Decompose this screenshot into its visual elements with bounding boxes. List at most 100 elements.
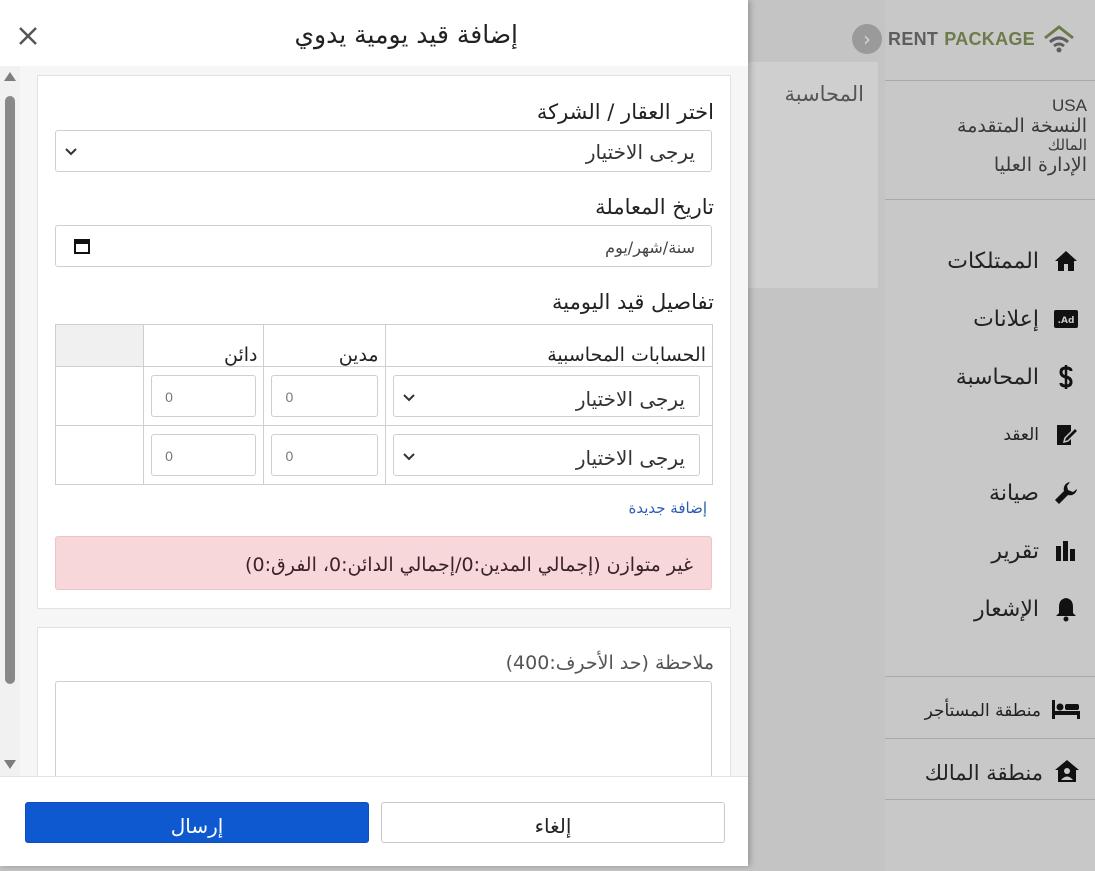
wrench-icon: [1051, 480, 1081, 506]
logo-rent-text: RENT: [888, 28, 939, 49]
sidebar-item-label: الممتلكات: [947, 248, 1039, 274]
sidebar-item-maintenance[interactable]: صيانة: [885, 464, 1095, 522]
note-label: ملاحظة (حد الأحرف:400): [505, 652, 714, 674]
table-row: يرجى الاختيار 0 0: [54, 425, 714, 485]
divider: [885, 199, 1095, 200]
note-card: ملاحظة (حد الأحرف:400): [37, 627, 731, 776]
credit-input[interactable]: 0: [151, 375, 257, 417]
actions-column-header: [54, 324, 145, 367]
sidebar-item-label: تقرير: [991, 538, 1039, 564]
house-user-icon: [1053, 758, 1081, 788]
chevron-down-icon: [402, 453, 415, 461]
sidebar-item-ads[interactable]: Ad. إعلانات: [885, 290, 1095, 348]
accounts-column-header: الحسابات المحاسبية: [384, 324, 714, 367]
wifi-house-icon: [1044, 25, 1074, 53]
account-cell: يرجى الاختيار: [384, 366, 714, 426]
contract-icon: [1051, 422, 1081, 448]
dollar-icon: [1051, 364, 1081, 390]
scrollbar[interactable]: [0, 66, 20, 776]
debit-value: 0: [285, 389, 294, 405]
chevron-down-icon: [65, 148, 77, 156]
property-label: اختر العقار / الشركة: [536, 100, 714, 124]
account-select-value: يرجى الاختيار: [575, 446, 685, 470]
sidebar-item-label: إعلانات: [973, 306, 1039, 332]
sidebar-item-report[interactable]: تقرير: [885, 522, 1095, 580]
cancel-button[interactable]: إلغاء: [381, 802, 725, 843]
actions-cell: [54, 425, 145, 485]
date-label: تاريخ المعاملة: [595, 195, 714, 219]
modal-title: إضافة قيد يومية يدوي: [294, 20, 518, 49]
account-select[interactable]: يرجى الاختيار: [392, 375, 700, 417]
sidebar-item-properties[interactable]: الممتلكات: [885, 232, 1095, 290]
unbalanced-alert: غير متوازن (إجمالي المدين:0/إجمالي الدائ…: [55, 536, 712, 590]
add-new-row-link[interactable]: إضافة جديدة: [628, 499, 707, 517]
close-icon[interactable]: [14, 22, 42, 50]
submit-button[interactable]: إرسال: [25, 802, 369, 843]
account-select-value: يرجى الاختيار: [575, 387, 685, 411]
accounting-panel-title: المحاسبة: [784, 82, 864, 106]
credit-column-header: دائن: [143, 324, 265, 367]
tenant-zone-label: منطقة المستأجر: [924, 701, 1041, 721]
transaction-date-input[interactable]: سنة/شهر/يوم: [55, 225, 712, 267]
modal-footer: إرسال إلغاء: [0, 776, 748, 866]
chevron-down-icon: [402, 394, 415, 402]
note-textarea[interactable]: [55, 681, 712, 776]
actions-cell: [54, 366, 145, 426]
sidebar-item-label: العقد: [1003, 425, 1039, 445]
account-cell: يرجى الاختيار: [384, 425, 714, 485]
sidebar-item-contract[interactable]: العقد: [885, 406, 1095, 464]
sidebar-item-label: الإشعار: [973, 596, 1039, 622]
bell-icon: [1051, 596, 1081, 622]
user-country: USA: [1052, 96, 1087, 115]
credit-value: 0: [165, 448, 173, 464]
user-role: المالك: [1047, 136, 1087, 155]
divider: [885, 676, 1095, 677]
logo[interactable]: › RENT PACKAGE: [852, 20, 1077, 58]
calendar-icon[interactable]: [74, 238, 90, 254]
divider: [885, 80, 1095, 81]
owner-zone-label: منطقة المالك: [924, 761, 1043, 785]
credit-cell: 0: [143, 366, 265, 426]
sidebar: › RENT PACKAGE USA النسخة المتقدمة المالك…: [852, 0, 1095, 871]
logo-package-text: PACKAGE: [944, 28, 1035, 49]
details-label: تفاصيل قيد اليومية: [552, 290, 714, 314]
debit-input[interactable]: 0: [271, 434, 378, 476]
sidebar-item-notifications[interactable]: الإشعار: [885, 580, 1095, 638]
account-select[interactable]: يرجى الاختيار: [392, 434, 700, 476]
modal-body: اختر العقار / الشركة يرجى الاختيار تاريخ…: [0, 66, 748, 776]
property-select-value: يرجى الاختيار: [585, 140, 695, 164]
user-plan: النسخة المتقدمة: [957, 114, 1087, 137]
table-header-row: الحسابات المحاسبية مدين دائن: [54, 324, 714, 367]
scroll-down-arrow-icon[interactable]: [4, 760, 16, 769]
table-row: يرجى الاختيار 0 0: [54, 366, 714, 426]
sidebar-item-accounting[interactable]: المحاسبة: [885, 348, 1095, 406]
modal-header: إضافة قيد يومية يدوي: [0, 0, 748, 66]
sidebar-item-tenant-zone[interactable]: منطقة المستأجر: [885, 680, 1095, 742]
credit-cell: 0: [143, 425, 265, 485]
chevron-right-icon[interactable]: ›: [852, 24, 883, 54]
svg-text:Ad.: Ad.: [1058, 316, 1075, 326]
sidebar-nav: الممتلكات Ad. إعلانات المحاسبة العقد صيا…: [885, 232, 1095, 638]
debit-cell: 0: [263, 425, 386, 485]
chart-icon: [1051, 540, 1081, 562]
user-level: الإدارة العليا: [993, 153, 1087, 176]
bed-icon: [1051, 698, 1081, 724]
scroll-up-arrow-icon[interactable]: [4, 72, 16, 81]
journal-table: الحسابات المحاسبية مدين دائن يرجى الاختي…: [54, 324, 714, 485]
credit-value: 0: [165, 389, 173, 405]
divider: [885, 738, 1095, 739]
entry-form-card: اختر العقار / الشركة يرجى الاختيار تاريخ…: [37, 75, 731, 609]
debit-cell: 0: [263, 366, 386, 426]
ad-icon: Ad.: [1051, 309, 1081, 329]
sidebar-item-owner-zone[interactable]: منطقة المالك: [885, 742, 1095, 804]
divider: [885, 799, 1095, 800]
debit-column-header: مدين: [263, 324, 386, 367]
scrollbar-thumb[interactable]: [5, 96, 15, 684]
date-placeholder: سنة/شهر/يوم: [605, 238, 695, 257]
debit-input[interactable]: 0: [271, 375, 378, 417]
alert-text: غير متوازن (إجمالي المدين:0/إجمالي الدائ…: [245, 554, 693, 576]
credit-input[interactable]: 0: [151, 434, 257, 476]
sidebar-item-label: صيانة: [989, 480, 1039, 506]
property-select[interactable]: يرجى الاختيار: [55, 130, 712, 172]
accounting-panel: المحاسبة: [748, 62, 878, 288]
